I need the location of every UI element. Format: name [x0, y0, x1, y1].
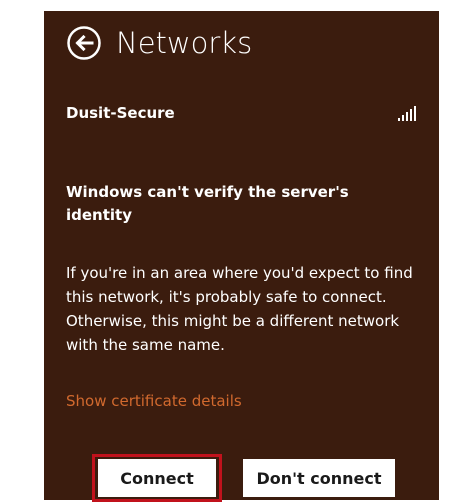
back-arrow-circle-icon[interactable]	[66, 25, 102, 61]
network-flyout-panel: Networks Dusit-Secure Windows can't veri…	[44, 11, 439, 502]
wifi-signal-icon	[398, 105, 416, 121]
network-item[interactable]: Dusit-Secure	[66, 99, 416, 127]
dont-connect-button[interactable]: Don't connect	[243, 459, 395, 497]
warning-message: If you're in an area where you'd expect …	[66, 264, 413, 354]
show-certificate-details-link[interactable]: Show certificate details	[66, 392, 242, 410]
connect-button[interactable]: Connect	[98, 459, 216, 497]
network-name: Dusit-Secure	[66, 104, 175, 122]
header: Networks	[66, 25, 252, 61]
warning-title: Windows can't verify the server's identi…	[66, 183, 349, 224]
page-title: Networks	[116, 26, 253, 60]
